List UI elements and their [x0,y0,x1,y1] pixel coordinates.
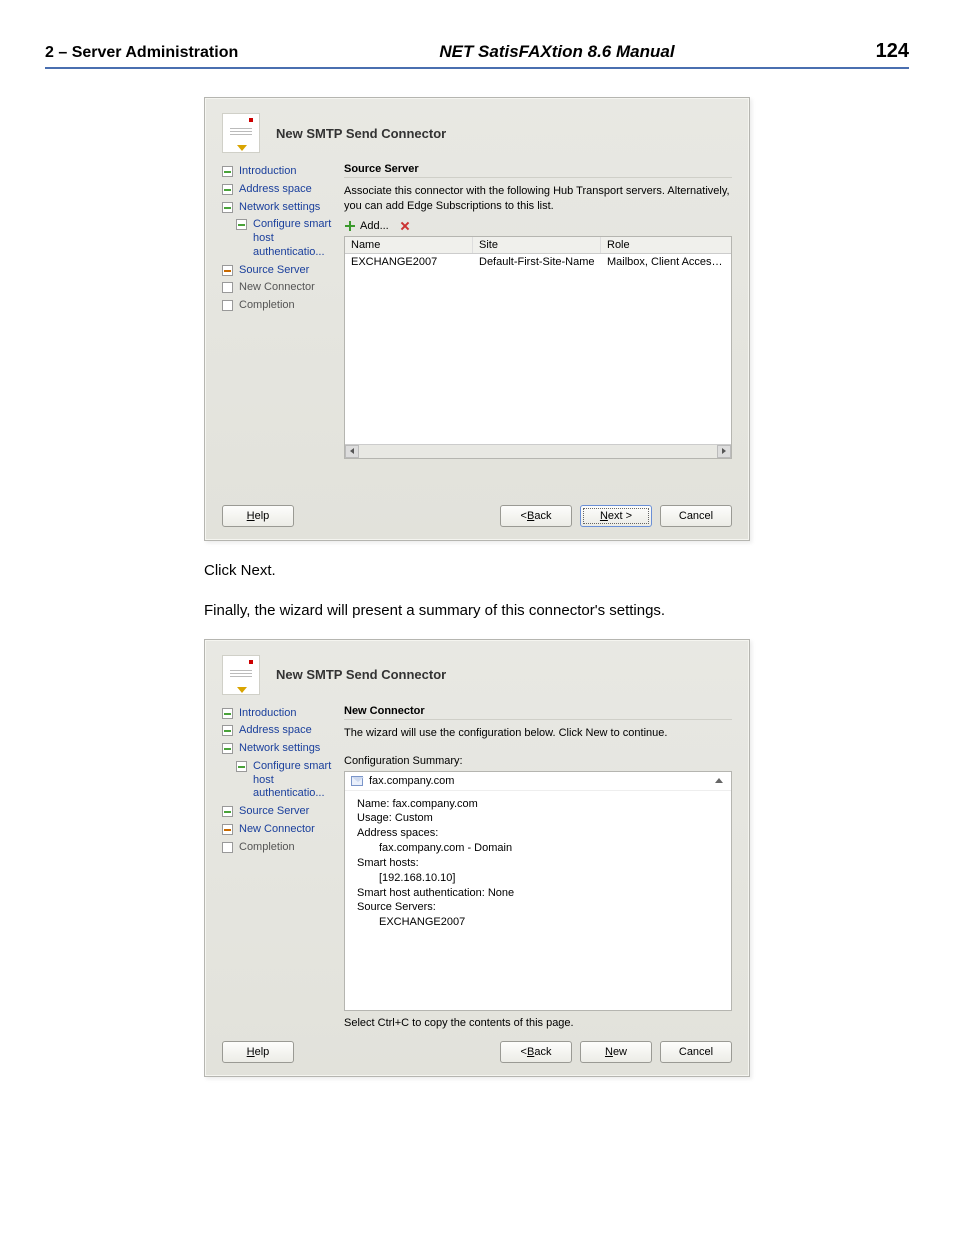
summary-line: Name: fax.company.com [357,797,719,812]
nav-step-network-settings[interactable]: Network settings [222,740,340,758]
checkmark-icon [236,219,247,230]
triangle-left-icon [350,448,354,454]
horizontal-scrollbar[interactable] [345,444,731,458]
page-number: 124 [876,40,909,63]
content-heading: Source Server [344,163,732,178]
summary-line: Source Servers: [357,900,719,915]
nav-step-address-space[interactable]: Address space [222,722,340,740]
help-button[interactable]: Help [222,1041,294,1063]
cancel-button[interactable]: Cancel [660,505,732,527]
wizard-title: New SMTP Send Connector [276,126,446,141]
instruction-line-1: Click Next. [204,559,750,583]
page-header: 2 – Server Administration NET SatisFAXti… [45,40,909,69]
current-step-icon [222,265,233,276]
wizard-nav: Introduction Address space Network setti… [222,163,340,465]
col-name[interactable]: Name [345,237,473,253]
grid-header: Name Site Role [345,237,731,254]
nav-step-new-connector: New Connector [222,279,340,297]
content-heading: New Connector [344,705,732,720]
triangle-right-icon [722,448,726,454]
mail-icon [351,776,363,786]
col-site[interactable]: Site [473,237,601,253]
add-button[interactable]: Add... [344,220,389,232]
pending-step-icon [222,282,233,293]
pending-step-icon [222,300,233,311]
nav-step-completion: Completion [222,297,340,315]
nav-step-source-server[interactable]: Source Server [222,803,340,821]
nav-step-introduction[interactable]: Introduction [222,705,340,723]
current-step-icon [222,824,233,835]
checkmark-icon [222,806,233,817]
checkmark-icon [222,725,233,736]
manual-title: NET SatisFAXtion 8.6 Manual [238,42,875,62]
chevron-up-icon[interactable] [715,778,723,783]
config-summary-label: Configuration Summary: [344,755,732,767]
pending-step-icon [222,842,233,853]
grid-row[interactable]: EXCHANGE2007 Default-First-Site-Name Mai… [345,254,731,270]
wizard-logo-icon [222,655,260,695]
cell-role: Mailbox, Client Access, Un [601,254,731,270]
summary-line: fax.company.com - Domain [357,841,719,856]
nav-step-completion: Completion [222,839,340,857]
scroll-left-button[interactable] [345,445,359,458]
next-button[interactable]: Next > [580,505,652,527]
nav-step-address-space[interactable]: Address space [222,181,340,199]
nav-step-smart-host-auth[interactable]: Configure smart host authenticatio... [222,216,340,261]
checkmark-icon [236,761,247,772]
checkmark-icon [222,202,233,213]
nav-step-smart-host-auth[interactable]: Configure smart host authenticatio... [222,758,340,803]
summary-body: Name: fax.company.com Usage: Custom Addr… [345,791,731,937]
wizard-title: New SMTP Send Connector [276,667,446,682]
instruction-line-2: Finally, the wizard will present a summa… [204,599,750,623]
wizard-nav: Introduction Address space Network setti… [222,705,340,1029]
col-role[interactable]: Role [601,237,731,253]
back-button[interactable]: < Back [500,1041,572,1063]
cell-site: Default-First-Site-Name [473,254,601,270]
nav-step-new-connector[interactable]: New Connector [222,821,340,839]
new-button[interactable]: New [580,1041,652,1063]
nav-step-introduction[interactable]: Introduction [222,163,340,181]
summary-line: Smart hosts: [357,856,719,871]
nav-step-source-server[interactable]: Source Server [222,262,340,280]
x-icon [399,220,411,232]
chapter-label: 2 – Server Administration [45,44,238,62]
summary-header[interactable]: fax.company.com [345,772,731,791]
content-description: The wizard will use the configuration be… [344,726,732,741]
summary-line: [192.168.10.10] [357,871,719,886]
summary-line: Address spaces: [357,826,719,841]
add-button-label: Add... [360,220,389,232]
summary-line: Smart host authentication: None [357,886,719,901]
servers-grid[interactable]: Name Site Role EXCHANGE2007 Default-Firs… [344,236,732,459]
checkmark-icon [222,743,233,754]
summary-line: EXCHANGE2007 [357,915,719,930]
summary-line: Usage: Custom [357,811,719,826]
help-button[interactable]: Help [222,505,294,527]
wizard-logo-icon [222,113,260,153]
config-summary-box: fax.company.com Name: fax.company.com Us… [344,771,732,1011]
checkmark-icon [222,166,233,177]
wizard-dialog-new-connector: New SMTP Send Connector Introduction Add… [204,639,750,1077]
wizard-dialog-source-server: New SMTP Send Connector Introduction Add… [204,97,750,541]
checkmark-icon [222,708,233,719]
manual-body-text: Click Next. Finally, the wizard will pre… [204,559,750,623]
content-description: Associate this connector with the follow… [344,184,732,214]
remove-button[interactable] [399,220,411,232]
cell-name: EXCHANGE2007 [345,254,473,270]
back-button[interactable]: < Back [500,505,572,527]
nav-step-network-settings[interactable]: Network settings [222,199,340,217]
checkmark-icon [222,184,233,195]
plus-icon [344,220,356,232]
grid-toolbar: Add... [344,220,732,232]
scroll-right-button[interactable] [717,445,731,458]
summary-title: fax.company.com [369,775,454,787]
cancel-button[interactable]: Cancel [660,1041,732,1063]
copy-hint: Select Ctrl+C to copy the contents of th… [344,1017,732,1029]
